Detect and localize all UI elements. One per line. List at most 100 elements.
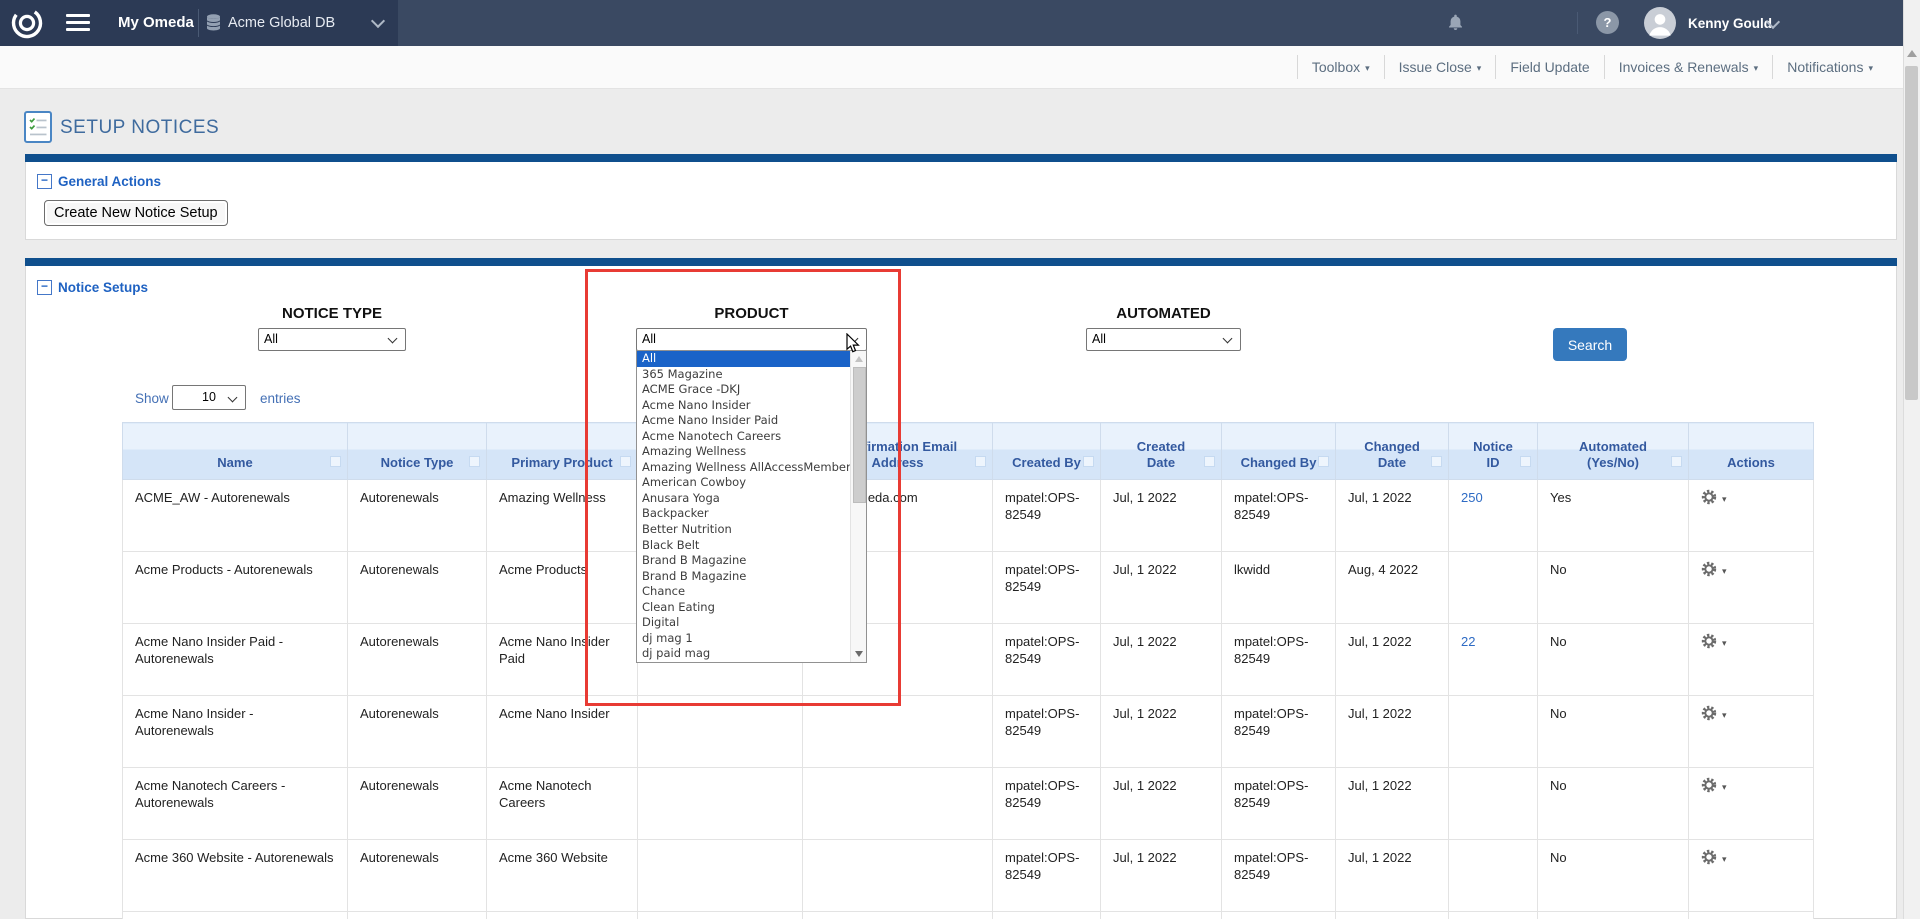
sort-icon[interactable] <box>1083 456 1094 467</box>
row-actions-button[interactable]: ▾ <box>1701 561 1801 581</box>
notice-id-link[interactable]: 22 <box>1461 634 1475 649</box>
cell-changed_by: mpatel:OPS-82549 <box>1222 696 1336 768</box>
search-button[interactable]: Search <box>1553 328 1627 361</box>
entries-select-value: 10 <box>202 390 216 404</box>
cell-email <box>803 912 993 919</box>
notice-type-select[interactable]: All <box>258 328 406 351</box>
cell-changed_date: Jul, 1 2022 <box>1336 696 1449 768</box>
column-header-changed_date[interactable]: ChangedDate <box>1336 423 1449 480</box>
toolbar-item-notifications[interactable]: Notifications▾ <box>1772 55 1887 79</box>
cell-changed_date: Jul, 1 2022 <box>1336 768 1449 840</box>
automated-filter-label: AUTOMATED <box>1086 305 1241 322</box>
column-header-created_by[interactable]: Created By <box>993 423 1101 480</box>
sort-icon[interactable] <box>1204 456 1215 467</box>
toolbar-item-field-update[interactable]: Field Update <box>1495 55 1603 79</box>
panel-top-bar <box>25 154 1897 162</box>
column-header-changed_by[interactable]: Changed By <box>1222 423 1336 480</box>
chevron-down-icon: ▾ <box>1754 63 1759 73</box>
brand-title[interactable]: My Omeda <box>118 14 194 31</box>
column-header-automated[interactable]: Automated(Yes/No) <box>1538 423 1689 480</box>
avatar[interactable] <box>1644 7 1676 44</box>
collapse-toggle-icon[interactable]: − <box>37 280 52 295</box>
column-header-name[interactable]: Name <box>123 423 348 480</box>
cell-extra <box>638 840 803 912</box>
mouse-cursor <box>846 333 861 360</box>
sort-icon[interactable] <box>1431 456 1442 467</box>
cell-changed_by: mpatel:OPS-82549 <box>1222 768 1336 840</box>
menu-hamburger-icon[interactable] <box>66 14 90 31</box>
database-selector[interactable]: Acme Global DB <box>228 15 335 31</box>
automated-select[interactable]: All <box>1086 328 1241 351</box>
sort-icon[interactable] <box>975 456 986 467</box>
cell-changed_by: mpatel:OPS-82549 <box>1222 840 1336 912</box>
cell-notice_type: Autorenewals <box>348 840 487 912</box>
cell-automated: No <box>1538 912 1689 919</box>
cell-name: Acme Nanotech Careers - Autorenewals <box>123 768 348 840</box>
notice-id-link[interactable]: 250 <box>1461 490 1483 505</box>
column-header-text: Changed By <box>1228 455 1329 471</box>
chevron-down-icon: ▾ <box>1722 851 1727 868</box>
top-navbar: My Omeda Acme Global DB ? Ken <box>0 0 1903 46</box>
chevron-down-icon: ▾ <box>1477 63 1482 73</box>
toolbar-item-toolbox[interactable]: Toolbox▾ <box>1297 55 1384 79</box>
row-actions-button[interactable]: ▾ <box>1701 777 1801 797</box>
sort-icon[interactable] <box>330 456 341 467</box>
sort-icon[interactable] <box>1318 456 1329 467</box>
cell-extra <box>638 912 803 919</box>
cell-actions: ▾ <box>1689 768 1814 840</box>
cell-primary_product: Acme 360 Website <box>487 840 638 912</box>
column-header-created_date[interactable]: CreatedDate <box>1101 423 1222 480</box>
column-header-notice_type[interactable]: Notice Type <box>348 423 487 480</box>
entries-per-page-select[interactable]: 10 <box>172 385 246 410</box>
column-header-text: Notice Type <box>354 455 480 471</box>
sort-icon[interactable] <box>1671 456 1682 467</box>
scroll-up-arrow-icon[interactable] <box>1907 50 1917 57</box>
notifications-bell-icon[interactable] <box>1446 12 1465 38</box>
cell-primary_product: Backpacker <box>487 912 638 919</box>
user-menu[interactable]: Kenny Gould <box>1688 16 1772 31</box>
row-actions-button[interactable]: ▾ <box>1701 633 1801 653</box>
toolbar-item-issue-close[interactable]: Issue Close ▾ <box>1384 55 1496 79</box>
toolbar-item-label: Issue Close <box>1399 59 1472 75</box>
row-actions-button[interactable]: ▾ <box>1701 705 1801 725</box>
cell-primary_product: Acme Nanotech Careers <box>487 768 638 840</box>
cell-notice_id <box>1449 768 1538 840</box>
cell-created_by: mpatel:OPS-82549 <box>993 912 1101 919</box>
general-actions-panel <box>25 162 1897 240</box>
sort-icon[interactable] <box>1520 456 1531 467</box>
table-row: ACME_AW - AutorenewalsAutorenewalsAmazin… <box>123 480 1814 552</box>
row-actions-button[interactable]: ▾ <box>1701 489 1801 509</box>
cell-created_date: Jul, 1 2022 <box>1101 912 1222 919</box>
column-header-text: Automated <box>1544 439 1682 455</box>
cell-automated: No <box>1538 840 1689 912</box>
column-header-text: Changed <box>1342 439 1442 455</box>
collapse-toggle-icon[interactable]: − <box>37 174 52 189</box>
toolbar-item-label: Invoices & Renewals <box>1619 59 1749 75</box>
chevron-down-icon: ▾ <box>1722 491 1727 508</box>
omeda-logo-icon[interactable] <box>10 6 44 45</box>
cell-created_by: mpatel:OPS-82549 <box>993 696 1101 768</box>
cell-changed_date: Aug, 4 2022 <box>1336 552 1449 624</box>
cell-changed_date: Jul, 1 2022 <box>1336 480 1449 552</box>
cell-changed_by: lkwidd <box>1222 552 1336 624</box>
sort-icon[interactable] <box>469 456 480 467</box>
gear-icon <box>1701 633 1717 653</box>
notice-type-select-value: All <box>264 332 278 346</box>
cell-notice_id <box>1449 912 1538 919</box>
cell-automated: Yes <box>1538 480 1689 552</box>
toolbar-item-invoices-renewals[interactable]: Invoices & Renewals ▾ <box>1604 55 1772 79</box>
notice-setups-title: Notice Setups <box>58 280 148 295</box>
cell-changed_by: mpatel:OPS-82549 <box>1222 912 1336 919</box>
cell-notice_id <box>1449 840 1538 912</box>
help-icon[interactable]: ? <box>1596 11 1619 34</box>
scrollbar-thumb[interactable] <box>1905 66 1918 400</box>
column-header-notice_id[interactable]: NoticeID <box>1449 423 1538 480</box>
row-actions-button[interactable]: ▾ <box>1701 849 1801 869</box>
page-title: SETUP NOTICES <box>60 117 219 139</box>
cell-actions: ▾ <box>1689 840 1814 912</box>
cell-actions: ▾ <box>1689 912 1814 919</box>
cell-name: Acme Nano Insider Paid - Autorenewals <box>123 624 348 696</box>
create-new-notice-setup-button[interactable]: Create New Notice Setup <box>44 200 228 226</box>
cell-primary_product: Acme Nano Insider <box>487 696 638 768</box>
cell-created_date: Jul, 1 2022 <box>1101 480 1222 552</box>
